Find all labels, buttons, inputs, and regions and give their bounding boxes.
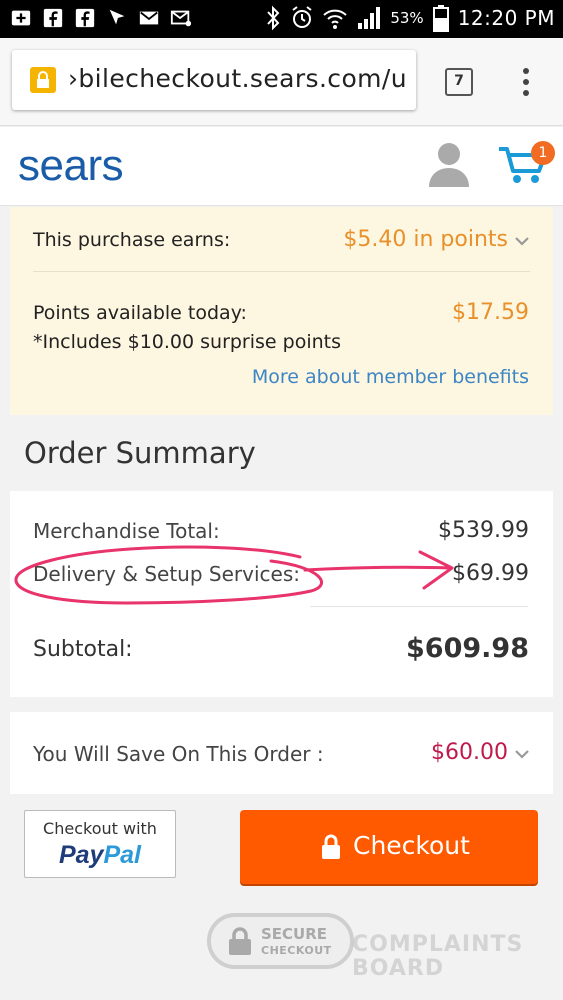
savings-label: You Will Save On This Order : <box>33 742 324 766</box>
system-status: 53% 12:20 PM <box>264 4 555 32</box>
secure-checkout-badge: SECURE CHECKOUT <box>207 913 354 969</box>
merchandise-total-label: Merchandise Total: <box>33 519 220 543</box>
facebook-icon <box>75 8 95 28</box>
add-icon <box>11 10 31 26</box>
gmail-icon <box>139 11 159 25</box>
bluetooth-icon <box>267 5 280 31</box>
mail-icon <box>170 10 192 27</box>
signal-icon <box>358 7 381 29</box>
points-earn-value: $5.40 in points <box>343 227 508 252</box>
sears-logo[interactable]: sears <box>18 141 124 191</box>
battery-percent: 53% <box>390 9 424 27</box>
points-earn-label: This purchase earns: <box>33 229 231 251</box>
points-panel: This purchase earns: $5.40 in points Poi… <box>10 207 553 415</box>
delivery-setup-label: Delivery & Setup Services: <box>33 562 300 586</box>
lock-icon <box>229 927 251 955</box>
paypal-checkout-button[interactable]: Checkout with PayPal <box>24 810 176 878</box>
browser-toolbar: ›bilecheckout.sears.com/u 7 <box>0 38 563 126</box>
navigation-icon <box>109 9 125 25</box>
divider <box>310 606 528 607</box>
paypal-logo: PayPal <box>58 841 141 869</box>
overflow-menu-icon[interactable] <box>518 66 534 98</box>
savings-value: $60.00 <box>431 740 508 765</box>
order-summary-card: Merchandise Total: $539.99 Delivery & Se… <box>10 491 553 697</box>
subtotal-value: $609.98 <box>406 633 529 664</box>
points-available-label: Points available today: <box>33 302 247 324</box>
points-earn-toggle[interactable]: $5.40 in points <box>343 227 529 252</box>
points-note: *Includes $10.00 surprise points <box>33 331 342 353</box>
merchandise-total-value: $539.99 <box>438 518 529 543</box>
lock-icon <box>30 67 56 93</box>
facebook-icon <box>43 8 63 28</box>
tabs-button[interactable]: 7 <box>445 68 473 96</box>
checkout-label: Checkout <box>353 831 470 860</box>
wifi-icon <box>323 9 348 29</box>
member-benefits-link[interactable]: More about member benefits <box>252 366 529 388</box>
checkout-text: CHECKOUT <box>261 944 332 957</box>
points-available-value: $17.59 <box>452 300 529 325</box>
secure-text: SECURE <box>261 925 328 943</box>
account-icon[interactable] <box>428 141 470 187</box>
alarm-icon <box>292 6 312 28</box>
status-bar: 53% 12:20 PM <box>0 0 563 38</box>
savings-toggle[interactable]: $60.00 <box>431 740 529 765</box>
lock-icon <box>322 834 340 859</box>
url-text[interactable]: ›bilecheckout.sears.com/u <box>68 64 407 93</box>
chevron-down-icon <box>515 750 529 759</box>
address-bar[interactable]: ›bilecheckout.sears.com/u <box>12 50 416 110</box>
savings-row[interactable]: You Will Save On This Order : $60.00 <box>10 712 553 794</box>
delivery-setup-value: $69.99 <box>452 561 529 586</box>
checkout-button[interactable]: Checkout <box>240 810 538 884</box>
battery-icon <box>432 5 449 32</box>
watermark: COMPLAINTS BOARD <box>352 932 524 981</box>
divider <box>33 271 530 272</box>
clock: 12:20 PM <box>457 6 555 30</box>
paypal-caption: Checkout with <box>43 819 157 838</box>
order-summary-title: Order Summary <box>24 436 256 470</box>
chevron-down-icon <box>515 237 529 246</box>
site-header: sears <box>0 127 563 206</box>
subtotal-label: Subtotal: <box>33 637 133 662</box>
cart-count-badge: 1 <box>531 141 555 165</box>
notification-icons <box>10 6 192 30</box>
